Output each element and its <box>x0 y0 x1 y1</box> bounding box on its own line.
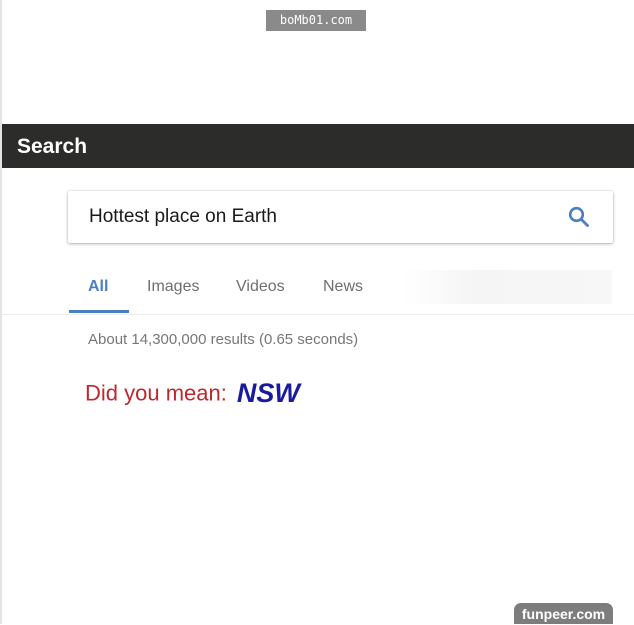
active-tab-indicator <box>69 310 129 313</box>
tab-images[interactable]: Images <box>147 277 199 297</box>
header-title: Search <box>17 135 88 158</box>
watermark-top: boMb01.com <box>266 10 366 31</box>
search-button[interactable] <box>564 203 594 231</box>
header-bar: Search <box>2 124 634 168</box>
search-icon <box>568 206 589 227</box>
tabs-overflow-fade <box>402 270 612 304</box>
suggestion-link[interactable]: NSW <box>237 378 300 408</box>
watermark-bottom: funpeer.com <box>514 603 613 624</box>
tab-news[interactable]: News <box>323 277 363 297</box>
did-you-mean: Did you mean: NSW <box>85 378 300 410</box>
tab-videos[interactable]: Videos <box>236 277 285 297</box>
search-box[interactable]: Hottest place on Earth <box>68 191 613 243</box>
result-stats: About 14,300,000 results (0.65 seconds) <box>88 331 359 348</box>
search-input[interactable]: Hottest place on Earth <box>89 206 277 228</box>
tab-all[interactable]: All <box>88 277 108 297</box>
search-tabs: All Images Videos News <box>2 262 634 315</box>
did-you-mean-label: Did you mean: <box>85 380 227 406</box>
